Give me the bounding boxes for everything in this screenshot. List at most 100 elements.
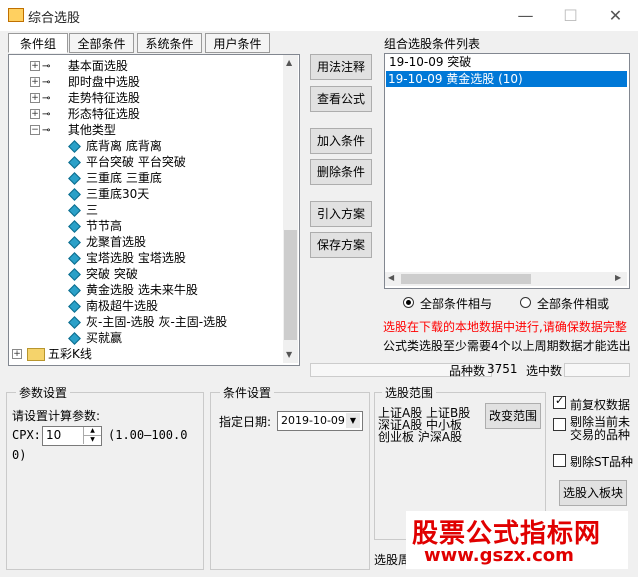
combo-list-title: 组合选股条件列表 [384,37,481,51]
combo-list-hscrollbar[interactable]: ◀ ▶ [385,272,627,286]
expand-icon[interactable]: + [30,77,40,87]
radio-dot-icon [406,300,411,305]
formula-icon [68,316,81,329]
params-prompt: 请设置计算参数: [12,409,101,423]
spin-down-icon[interactable]: ▼ [83,436,101,444]
tree-item[interactable]: 灰-主固-选股 灰-主固-选股 [68,314,228,330]
cpx-value: 10 [46,428,62,442]
tree-item-label: 宝塔选股 宝塔选股 [86,251,186,265]
expand-icon[interactable]: + [30,109,40,119]
scroll-down-icon[interactable]: ▼ [286,350,292,359]
tree-folder-label: 五彩K线 [48,347,92,361]
scroll-left-icon[interactable]: ◀ [388,273,394,282]
expand-icon[interactable]: + [30,93,40,103]
view-formula-button[interactable]: 查看公式 [310,86,372,112]
combo-list-item-selected[interactable]: 19-10-09 黄金选股 (10) [386,71,627,87]
and-radio[interactable] [403,297,414,308]
tree-item-label: 底背离 底背离 [86,139,162,153]
tree-category-label: 即时盘中选股 [67,75,140,89]
load-plan-button[interactable]: 引入方案 [310,201,372,227]
or-radio-label[interactable]: 全部条件相或 [537,295,609,312]
formula-icon [68,188,81,201]
collapse-icon[interactable]: − [30,125,40,135]
tree-item[interactable]: 三重底30天 [68,186,150,202]
scrollbar-thumb[interactable] [401,274,531,284]
exclude-untraded-label[interactable]: 剔除当前未交易的品种 [570,416,632,442]
tree-item[interactable]: 三 [68,202,99,218]
tree-category[interactable]: − ⊸ 其他类型 [30,122,116,138]
chevron-down-icon[interactable]: ▼ [346,413,360,428]
period-label: 选股周 [374,553,411,567]
exclude-untraded-checkbox[interactable] [553,418,566,431]
formula-icon [68,284,81,297]
tree-category[interactable]: + ⊸ 基本面选股 [30,58,128,74]
expand-icon[interactable]: + [30,61,40,71]
formula-icon [68,140,81,153]
tree-item[interactable]: 突破 突破 [68,266,138,282]
tree-category[interactable]: + ⊸ 走势特征选股 [30,90,140,106]
tree-item[interactable]: 三重底 三重底 [68,170,162,186]
tab-system-conditions[interactable]: 系统条件 [137,33,202,53]
data-warning: 选股在下载的本地数据中进行,请确保数据完整 [383,320,627,334]
add-condition-button[interactable]: 加入条件 [310,128,372,154]
scroll-up-icon[interactable]: ▲ [286,58,292,67]
condition-settings-title: 条件设置 [220,384,275,401]
tree-category-label: 形态特征选股 [67,107,140,121]
data-info: 公式类选股至少需要4个以上周期数据才能选出 [383,339,631,353]
formula-icon [68,236,81,249]
app-icon [8,8,24,22]
exclude-st-label[interactable]: 剔除ST品种 [570,453,633,470]
prev-adjust-checkbox[interactable]: ✓ [553,394,566,409]
tree-item[interactable]: 宝塔选股 宝塔选股 [68,250,186,266]
tab-condition-group[interactable]: 条件组 [8,33,68,53]
tree-item-label: 三重底 三重底 [86,171,162,185]
scrollbar-thumb[interactable] [284,230,297,340]
delete-condition-button[interactable]: 删除条件 [310,159,372,185]
selected-count [564,363,630,377]
key-icon: ⊸ [42,60,51,72]
expand-icon[interactable]: + [12,349,22,359]
key-icon: ⊸ [42,92,51,104]
tree-item-label: 灰-主固-选股 灰-主固-选股 [86,315,228,329]
save-plan-button[interactable]: 保存方案 [310,232,372,258]
to-block-button[interactable]: 选股入板块 [559,480,627,506]
tree-scrollbar[interactable]: ▲ ▼ [283,55,298,363]
change-range-button[interactable]: 改变范围 [485,403,541,429]
tree-item-label: 节节高 [86,219,123,233]
tree-category[interactable]: + ⊸ 形态特征选股 [30,106,140,122]
prev-adjust-label[interactable]: 前复权数据 [570,396,630,413]
tree-item[interactable]: 买就赢 [68,330,122,346]
tree-item-label: 三重底30天 [86,187,150,201]
and-radio-label[interactable]: 全部条件相与 [420,295,492,312]
tree-item-label: 三 [86,203,99,217]
watermark-url: www.gszx.com [424,545,574,566]
tree-item-label: 龙聚首选股 [86,235,147,249]
tree-item[interactable]: 龙聚首选股 [68,234,147,250]
cpx-input[interactable]: 10 ▲ ▼ [42,426,102,446]
key-icon: ⊸ [42,124,51,136]
tab-all-conditions[interactable]: 全部条件 [69,33,134,53]
watermark-box: 股票公式指标网 www.gszx.com [406,511,628,569]
date-select[interactable]: 2019-10-09 ▼ [277,411,363,431]
key-icon: ⊸ [42,76,51,88]
scroll-right-icon[interactable]: ▶ [615,273,621,282]
tree-item[interactable]: 黄金选股 选未来牛股 [68,282,198,298]
spin-up-icon[interactable]: ▲ [83,427,101,436]
tree-item[interactable]: 底背离 底背离 [68,138,162,154]
maximize-icon[interactable]: ☐ [548,0,593,31]
exclude-st-checkbox[interactable] [553,454,566,467]
minimize-icon[interactable]: — [503,0,548,31]
usage-notes-button[interactable]: 用法注释 [310,54,372,80]
tree-category[interactable]: + ⊸ 即时盘中选股 [30,74,140,90]
tree-item[interactable]: 节节高 [68,218,123,234]
cpx-range-cont: 0) [12,448,27,462]
or-radio[interactable] [520,297,531,308]
close-icon[interactable]: ✕ [593,0,638,31]
key-icon: ⊸ [42,108,51,120]
date-label: 指定日期: [219,415,272,429]
tree-item[interactable]: 平台突破 平台突破 [68,154,186,170]
tab-user-conditions[interactable]: 用户条件 [205,33,270,53]
tree-folder[interactable]: + 五彩K线 [12,346,92,362]
combo-list-item[interactable]: 19-10-09 突破 [387,55,473,70]
tree-item[interactable]: 南极超牛选股 [68,298,158,314]
